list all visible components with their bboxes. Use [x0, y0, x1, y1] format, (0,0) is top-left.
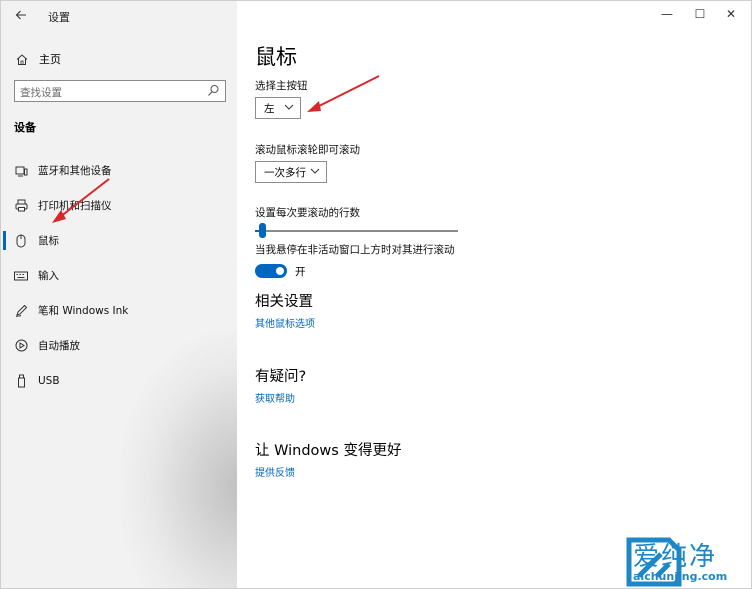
chevron-down-icon: [284, 104, 294, 110]
sidebar-item-label: 自动播放: [38, 340, 80, 352]
watermark-url: aichunjing.com: [633, 570, 728, 583]
home-label: 主页: [39, 53, 61, 66]
toggle-state: 开: [295, 266, 306, 278]
sidebar-item-mouse[interactable]: 鼠标: [1, 223, 237, 258]
related-settings-title: 相关设置: [255, 294, 313, 310]
primary-button-dropdown[interactable]: 左: [255, 97, 301, 119]
back-arrow-icon: [15, 10, 26, 20]
lines-label: 设置每次要滚动的行数: [255, 207, 360, 219]
keyboard-icon: [14, 268, 28, 284]
chevron-down-icon: [310, 168, 320, 174]
question-title: 有疑问?: [255, 369, 307, 385]
sidebar-item-bluetooth[interactable]: 蓝牙和其他设备: [1, 153, 237, 188]
main-content: 鼠标 选择主按钮 左 滚动鼠标滚轮即可滚动 一次多行 设置每次要滚动的行数 当我…: [255, 1, 735, 588]
primary-button-value: 左: [264, 102, 275, 115]
sidebar-item-label: 笔和 Windows Ink: [38, 305, 129, 317]
titlebar-left: 设置: [1, 1, 237, 31]
other-mouse-options-link[interactable]: 其他鼠标选项: [255, 315, 315, 330]
sidebar-item-label: 输入: [38, 270, 59, 282]
sidebar-item-label: 鼠标: [38, 235, 59, 247]
pen-icon: [14, 303, 28, 319]
sidebar-nav: 蓝牙和其他设备 打印机和扫描仪 鼠标 输入 笔和 Windows Ink 自动播…: [1, 153, 237, 398]
usb-icon: [14, 373, 28, 389]
get-help-link[interactable]: 获取帮助: [255, 390, 295, 405]
sidebar-item-label: 打印机和扫描仪: [38, 200, 112, 212]
scroll-dropdown[interactable]: 一次多行: [255, 161, 327, 183]
watermark-text: 爱纯净: [633, 542, 718, 572]
scroll-label: 滚动鼠标滚轮即可滚动: [255, 144, 360, 156]
sidebar-item-usb[interactable]: USB: [1, 363, 237, 398]
give-feedback-link[interactable]: 提供反馈: [255, 464, 295, 479]
active-indicator: [3, 231, 6, 250]
sidebar-item-home[interactable]: 主页: [15, 49, 61, 69]
section-title: 设备: [14, 121, 36, 134]
search-icon: [208, 85, 219, 96]
toggle-knob: [276, 267, 284, 275]
settings-window: 设置 主页 查找设置 设备 蓝牙和其他设备 打印机和扫描仪 鼠标 输入 笔和 W…: [0, 0, 752, 589]
primary-button-label: 选择主按钮: [255, 80, 308, 92]
home-icon: [16, 53, 28, 65]
sidebar-item-printers[interactable]: 打印机和扫描仪: [1, 188, 237, 223]
sidebar-item-pen[interactable]: 笔和 Windows Ink: [1, 293, 237, 328]
improve-title: 让 Windows 变得更好: [255, 443, 402, 459]
sidebar-item-typing[interactable]: 输入: [1, 258, 237, 293]
autoplay-icon: [14, 338, 28, 354]
inactive-scroll-label: 当我悬停在非活动窗口上方时对其进行滚动: [255, 244, 455, 256]
slider-track: [255, 230, 458, 232]
page-title: 鼠标: [255, 45, 297, 69]
sidebar: 设置 主页 查找设置 设备 蓝牙和其他设备 打印机和扫描仪 鼠标 输入 笔和 W…: [1, 1, 237, 588]
scroll-value: 一次多行: [264, 166, 306, 179]
sidebar-item-label: 蓝牙和其他设备: [38, 165, 112, 177]
bluetooth-devices-icon: [14, 163, 28, 179]
sidebar-item-label: USB: [38, 374, 60, 387]
sidebar-item-autoplay[interactable]: 自动播放: [1, 328, 237, 363]
back-button[interactable]: [9, 5, 33, 25]
slider-thumb[interactable]: [259, 223, 266, 238]
printer-icon: [14, 198, 28, 214]
app-title: 设置: [48, 11, 70, 24]
inactive-scroll-toggle[interactable]: [255, 264, 287, 278]
search-input[interactable]: 查找设置: [14, 80, 226, 102]
lines-slider[interactable]: [255, 223, 458, 238]
search-placeholder: 查找设置: [20, 87, 62, 99]
mouse-icon: [14, 233, 28, 249]
